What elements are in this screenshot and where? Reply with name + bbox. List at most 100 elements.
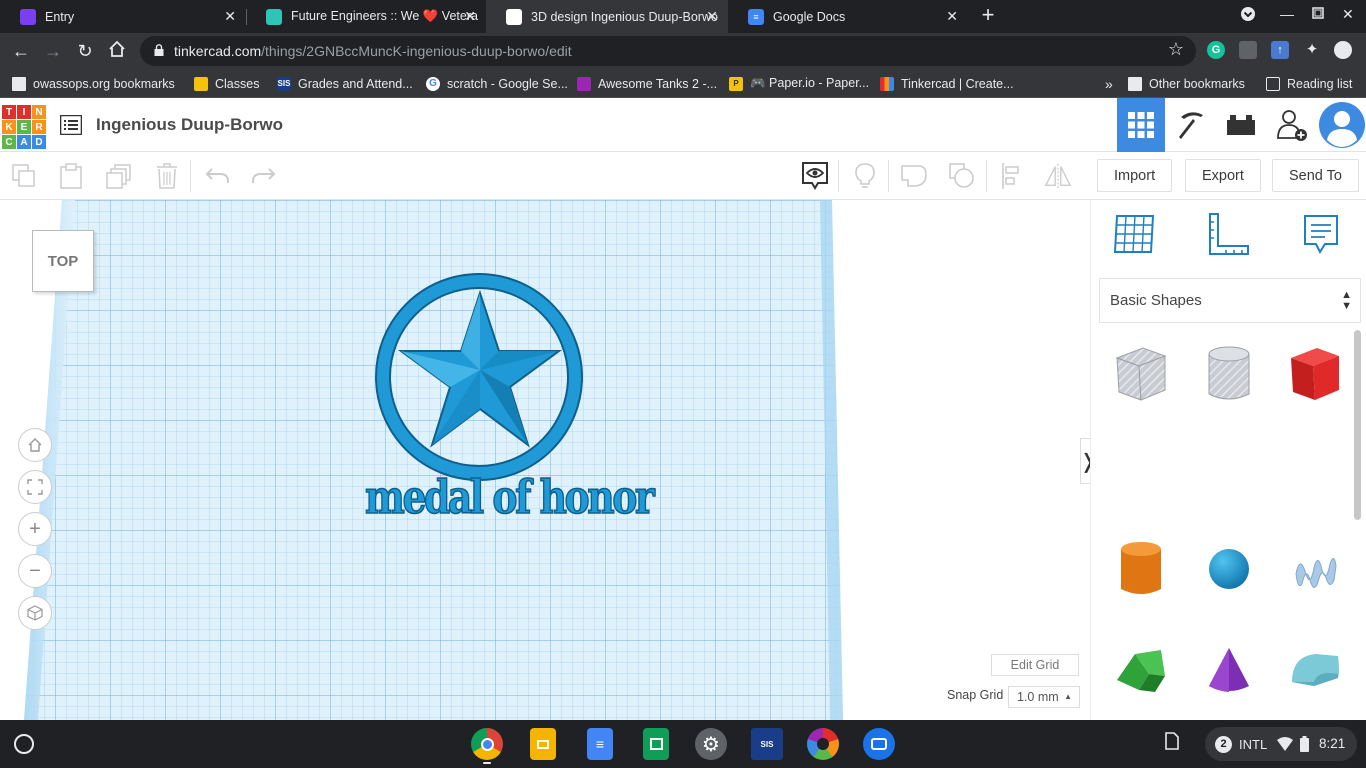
bookmark-star-icon[interactable]: ☆ bbox=[1168, 39, 1184, 60]
zoom-out-button[interactable]: − bbox=[18, 554, 52, 588]
workplane-tool-icon[interactable] bbox=[1113, 212, 1157, 256]
reading-list[interactable]: Reading list bbox=[1266, 69, 1352, 98]
close-icon[interactable]: ✕ bbox=[464, 8, 476, 25]
status-area[interactable]: 2 INTL 8:21 bbox=[1205, 727, 1357, 761]
puzzle-extensions-icon[interactable]: ✦ bbox=[1303, 41, 1321, 59]
copy-button[interactable] bbox=[10, 162, 38, 190]
perspective-button[interactable] bbox=[18, 596, 52, 630]
chrome-app-icon[interactable] bbox=[471, 728, 503, 760]
shape-cone[interactable] bbox=[1199, 638, 1259, 702]
tinkercad-logo[interactable]: T I N K E R C A D bbox=[2, 105, 46, 149]
invite-user-button[interactable] bbox=[1268, 98, 1316, 152]
close-icon[interactable]: ✕ bbox=[706, 8, 718, 25]
undo-button[interactable] bbox=[203, 162, 231, 190]
group-button[interactable] bbox=[900, 162, 928, 190]
minimize-icon[interactable]: — bbox=[1280, 6, 1294, 22]
zoom-in-button[interactable]: + bbox=[18, 512, 52, 546]
ungroup-button[interactable] bbox=[948, 162, 976, 190]
paste-button[interactable] bbox=[57, 162, 85, 190]
close-icon[interactable]: ✕ bbox=[946, 8, 958, 25]
google-docs-app-icon[interactable]: ≡ bbox=[587, 728, 613, 760]
sis-app-icon[interactable]: SIS bbox=[751, 728, 783, 760]
shape-sphere[interactable] bbox=[1199, 537, 1259, 601]
tab-3d-design[interactable]: 3D design Ingenious Duup-Borwo ✕ bbox=[486, 0, 728, 33]
grammarly-extension-icon[interactable]: G bbox=[1207, 41, 1225, 59]
notes-tool-icon[interactable] bbox=[1299, 212, 1343, 256]
bookmark-grades[interactable]: SIS Grades and Attend... bbox=[277, 69, 413, 98]
bookmark-awesome-tanks[interactable]: Awesome Tanks 2 -... bbox=[577, 69, 717, 98]
shape-cylinder[interactable] bbox=[1111, 537, 1171, 601]
tab-entry[interactable]: Entry ✕ bbox=[0, 0, 246, 33]
import-button[interactable]: Import bbox=[1097, 159, 1173, 192]
export-button[interactable]: Export bbox=[1185, 159, 1261, 192]
notes-button[interactable] bbox=[851, 162, 879, 190]
more-bookmarks-button[interactable]: » bbox=[1105, 69, 1113, 98]
bookmark-classes[interactable]: Classes bbox=[194, 69, 259, 98]
notification-count: 2 bbox=[1215, 736, 1232, 753]
view-cube[interactable]: TOP bbox=[32, 230, 94, 292]
bookmark-tinkercad[interactable]: Tinkercad | Create... bbox=[880, 69, 1014, 98]
reload-icon[interactable]: ↻ bbox=[74, 40, 96, 62]
trash-icon bbox=[157, 163, 177, 189]
workplane-canvas[interactable]: medal of honor TOP + − ❭ Edit Grid Snap … bbox=[0, 200, 1090, 720]
panel-scrollbar[interactable] bbox=[1354, 330, 1361, 520]
other-bookmarks[interactable]: Other bookmarks bbox=[1128, 69, 1245, 98]
google-sheets-app-icon[interactable] bbox=[643, 728, 669, 760]
snap-grid-select[interactable]: 1.0 mm ▲ bbox=[1008, 686, 1080, 708]
bookmark-paper-io[interactable]: P 🎮 Paper.io - Paper... bbox=[729, 69, 869, 98]
design-menu-icon[interactable] bbox=[60, 115, 82, 135]
new-tab-button[interactable]: + bbox=[976, 4, 1000, 28]
collapse-panel-button[interactable]: ❭ bbox=[1080, 438, 1090, 484]
shape-scribble[interactable] bbox=[1285, 537, 1345, 601]
mirror-button[interactable] bbox=[1044, 162, 1072, 190]
workplane-grid[interactable] bbox=[0, 200, 1090, 720]
bricks-view-button[interactable] bbox=[1217, 98, 1265, 152]
launcher-icon[interactable] bbox=[14, 734, 34, 754]
shape-box[interactable] bbox=[1285, 342, 1345, 406]
window-close-icon[interactable]: ✕ bbox=[1342, 6, 1354, 23]
extension-icon[interactable] bbox=[1239, 41, 1257, 59]
address-bar[interactable]: tinkercad.com/things/2GNBccMuncK-ingenio… bbox=[140, 36, 1196, 66]
extension-icon[interactable]: ↑ bbox=[1271, 41, 1289, 59]
close-icon[interactable]: ✕ bbox=[224, 8, 236, 25]
clipboard-tray-icon[interactable] bbox=[1165, 732, 1179, 753]
logo-letter: K bbox=[2, 120, 16, 134]
ruler-tool-icon[interactable] bbox=[1206, 212, 1250, 256]
edit-grid-button[interactable]: Edit Grid bbox=[991, 654, 1079, 676]
tab-search-icon[interactable] bbox=[1240, 6, 1256, 25]
camera-app-icon[interactable] bbox=[863, 728, 895, 760]
shape-roof[interactable] bbox=[1111, 638, 1171, 702]
align-button[interactable] bbox=[998, 162, 1026, 190]
home-icon[interactable] bbox=[106, 40, 128, 62]
home-view-button[interactable] bbox=[18, 428, 52, 462]
3d-view-button[interactable] bbox=[1117, 98, 1165, 152]
design-title[interactable]: Ingenious Duup-Borwo bbox=[96, 115, 283, 135]
send-to-button[interactable]: Send To bbox=[1272, 159, 1359, 192]
fit-view-button[interactable] bbox=[18, 470, 52, 504]
bookmark-owassops[interactable]: owassops.org bookmarks bbox=[12, 69, 175, 98]
people-app-icon[interactable] bbox=[807, 728, 839, 760]
plus-icon: + bbox=[29, 517, 41, 540]
google-slides-app-icon[interactable] bbox=[530, 728, 556, 760]
maximize-icon[interactable] bbox=[1312, 6, 1324, 22]
bookmark-scratch[interactable]: G scratch - Google Se... bbox=[426, 69, 568, 98]
show-all-button[interactable] bbox=[801, 162, 829, 190]
tab-google-docs[interactable]: ≡ Google Docs ✕ bbox=[728, 0, 968, 33]
delete-button[interactable] bbox=[153, 162, 181, 190]
user-avatar[interactable] bbox=[1318, 98, 1366, 152]
shape-round-roof[interactable] bbox=[1285, 638, 1345, 702]
tab-future-engineers[interactable]: Future Engineers :: We ❤️ Vetera ✕ bbox=[246, 0, 486, 33]
redo-button[interactable] bbox=[250, 162, 278, 190]
design-text-label[interactable]: medal of honor bbox=[364, 469, 655, 525]
settings-app-icon[interactable]: ⚙ bbox=[695, 728, 727, 760]
minecraft-view-button[interactable] bbox=[1167, 98, 1215, 152]
forward-arrow-icon[interactable]: → bbox=[42, 40, 64, 62]
tab-title: Future Engineers :: We ❤️ Vetera bbox=[291, 9, 478, 23]
shape-box-hole[interactable] bbox=[1111, 342, 1171, 406]
shape-library-select[interactable]: Basic Shapes ▲ ▼ bbox=[1099, 278, 1361, 323]
shape-cylinder-hole[interactable] bbox=[1199, 342, 1259, 406]
profile-avatar-icon[interactable] bbox=[1334, 41, 1352, 59]
duplicate-button[interactable] bbox=[105, 162, 133, 190]
back-arrow-icon[interactable]: ← bbox=[10, 40, 32, 62]
edit-toolbar: Import Export Send To bbox=[0, 152, 1366, 200]
